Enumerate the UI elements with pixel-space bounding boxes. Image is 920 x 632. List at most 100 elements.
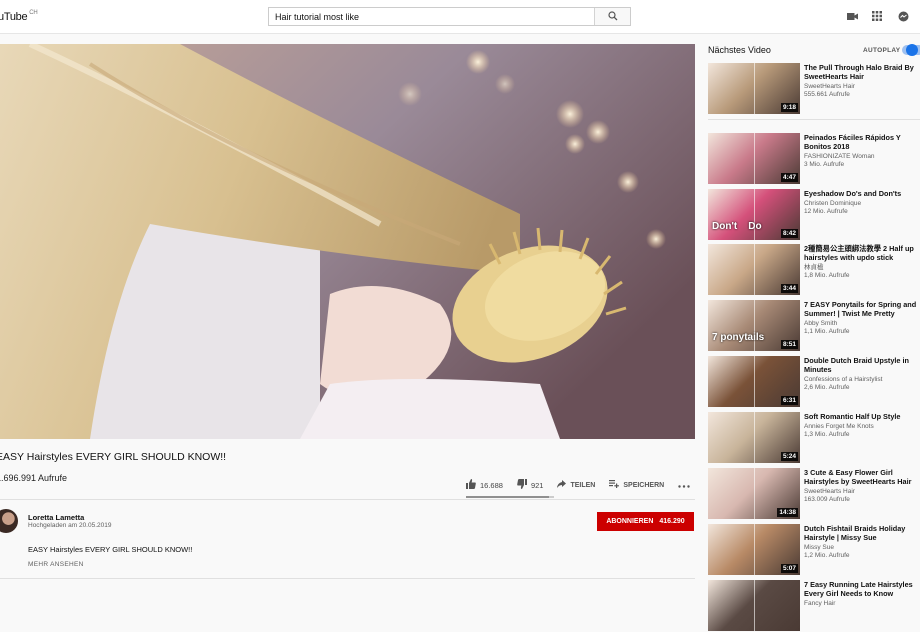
duration-badge: 5:07 [780, 564, 798, 573]
recommended-channel-name[interactable]: 林貞楹 [804, 264, 920, 272]
share-button[interactable]: TEILEN [557, 480, 595, 490]
video-meta: Double Dutch Braid Upstyle in Minutes Con… [804, 356, 920, 392]
apps-grid-icon[interactable] [871, 10, 883, 22]
recommended-channel-name[interactable]: Abby Smith [804, 320, 920, 328]
upload-date: Hochgeladen am 20.05.2019 [28, 522, 112, 529]
duration-badge: 5:24 [780, 452, 798, 461]
recommended-video-item[interactable]: 5:07 Dutch Fishtail Braids Holiday Hairst… [708, 524, 920, 576]
dislike-button[interactable]: 921 [517, 479, 544, 491]
recommended-channel-name[interactable]: SweetHearts Hair [804, 488, 920, 496]
duration-badge: 14:38 [777, 508, 798, 517]
thumbnail-split [754, 524, 755, 575]
recommended-view-count: 555.661 Aufrufe [804, 91, 850, 98]
thumbs-up-icon [466, 479, 476, 491]
share-label: TEILEN [570, 481, 596, 489]
youtube-logo[interactable]: uTube CH [0, 10, 38, 23]
video-actions: 16.688 921 TEILEN SPEICHERN [466, 479, 704, 491]
duration-badge: 9:18 [780, 103, 798, 112]
video-thumbnail[interactable]: 7 ponytails 8:51 [708, 300, 800, 351]
search-button[interactable] [594, 8, 630, 25]
autoplay-toggle[interactable] [902, 44, 920, 56]
recommended-video-title[interactable]: Dutch Fishtail Braids Holiday Hairstyle … [804, 524, 920, 542]
recommended-channel-name[interactable]: FASHIONIZATE Woman [804, 153, 920, 161]
recommended-video-title[interactable]: 7 Easy Running Late Hairstyles Every Gir… [804, 580, 920, 598]
recommended-video-title[interactable]: The Pull Through Halo Braid By SweetHear… [804, 63, 920, 81]
thumbnail-split [754, 133, 755, 184]
recommended-channel-name[interactable]: Annies Forget Me Knots [804, 423, 920, 431]
search-box [268, 7, 631, 26]
up-next-heading: Nächstes Video [708, 45, 771, 55]
recommended-video-item[interactable]: 4:47 Peinados Fáciles Rápidos Y Bonitos 2… [708, 133, 920, 185]
recommended-channel-name[interactable]: SweetHearts Hair [804, 83, 920, 91]
video-thumbnail[interactable]: 3:44 [708, 244, 800, 295]
recommended-view-count: 3 Mio. Aufrufe [804, 161, 845, 168]
messages-icon[interactable] [897, 10, 909, 22]
video-thumbnail[interactable]: 9:18 [708, 63, 800, 114]
video-thumbnail[interactable] [708, 580, 800, 631]
video-meta: 7 EASY Ponytails for Spring and Summer! … [804, 300, 920, 336]
video-thumbnail[interactable]: 6:31 [708, 356, 800, 407]
like-button[interactable]: 16.688 [466, 479, 503, 491]
recommended-view-count: 1,8 Mio. Aufrufe [804, 272, 850, 279]
recommended-video-title[interactable]: 3 Cute & Easy Flower Girl Hairstyles by … [804, 468, 920, 486]
thumbnail-split [754, 63, 755, 114]
like-count: 16.688 [480, 480, 503, 490]
recommended-video-title[interactable]: Peinados Fáciles Rápidos Y Bonitos 2018 [804, 133, 920, 151]
save-button[interactable]: SPEICHERN [609, 480, 664, 490]
video-title: EASY Hairstyles EVERY GIRL SHOULD KNOW!! [0, 451, 227, 463]
recommended-channel-name[interactable]: Christen Dominique [804, 200, 920, 208]
show-more-link[interactable]: MEHR ANSEHEN [28, 561, 84, 568]
recommended-video-title[interactable]: 2種簡易公主頭綁法教學 2 Half up hairstyles with up… [804, 244, 920, 262]
recommended-video-title[interactable]: Soft Romantic Half Up Style [804, 412, 920, 421]
search-input[interactable] [269, 8, 595, 25]
recommended-view-count: 2,6 Mio. Aufrufe [804, 384, 850, 391]
thumbnail-caption: Don't Do [712, 221, 762, 232]
duration-badge: 4:47 [780, 173, 798, 182]
thumbnail-split [754, 244, 755, 295]
video-thumbnail[interactable]: 5:07 [708, 524, 800, 575]
recommended-video-title[interactable]: Eyeshadow Do's and Don'ts [804, 189, 920, 198]
recommended-video-item[interactable]: 5:24 Soft Romantic Half Up Style Annies Fo… [708, 412, 920, 464]
video-meta: 7 Easy Running Late Hairstyles Every Gir… [804, 580, 920, 608]
subscribe-button[interactable]: ABONNIEREN 416.290 [597, 512, 694, 531]
divider [0, 578, 695, 579]
video-thumbnail[interactable]: Don't Do 8:42 [708, 189, 800, 240]
recommended-video-item[interactable]: Don't Do 8:42 Eyeshadow Do's and Don'ts Chr… [708, 189, 920, 241]
recommended-video-item[interactable]: 14:38 3 Cute & Easy Flower Girl Hairstyle… [708, 468, 920, 520]
view-count: 1.696.991 Aufrufe [0, 473, 68, 483]
recommended-video-item[interactable]: 6:31 Double Dutch Braid Upstyle in Minute… [708, 356, 920, 408]
thumbnail-caption: 7 ponytails [712, 332, 765, 343]
thumbnail-split [754, 580, 755, 631]
recommended-channel-name[interactable]: Confessions of a Hairstylist [804, 376, 920, 384]
thumbnail-split [754, 189, 755, 240]
dislike-count: 921 [530, 480, 544, 490]
recommended-channel-name[interactable]: Fancy Hair [804, 600, 920, 608]
recommended-video-item[interactable]: 7 Easy Running Late Hairstyles Every Gir… [708, 580, 920, 632]
more-actions-button[interactable] [678, 481, 690, 490]
duration-badge: 3:44 [780, 284, 798, 293]
autoplay-label: AUTOPLAY [863, 47, 901, 54]
search-icon [607, 8, 618, 26]
recommended-video-item[interactable]: 3:44 2種簡易公主頭綁法教學 2 Half up hairstyles wit… [708, 244, 920, 296]
channel-avatar[interactable] [0, 509, 18, 533]
video-meta: Eyeshadow Do's and Don'ts Christen Domini… [804, 189, 920, 216]
recommended-view-count: 1,2 Mio. Aufrufe [804, 552, 850, 559]
thumbnail-split [754, 412, 755, 463]
video-thumbnail[interactable]: 4:47 [708, 133, 800, 184]
recommended-video-title[interactable]: 7 EASY Ponytails for Spring and Summer! … [804, 300, 920, 318]
recommended-video-title[interactable]: Double Dutch Braid Upstyle in Minutes [804, 356, 920, 374]
recommended-view-count: 1,1 Mio. Aufrufe [804, 328, 850, 335]
video-thumbnail[interactable]: 5:24 [708, 412, 800, 463]
duration-badge: 8:42 [780, 229, 798, 238]
video-thumbnail[interactable]: 14:38 [708, 468, 800, 519]
video-description: EASY Hairstyles EVERY GIRL SHOULD KNOW!! [28, 545, 193, 554]
video-player[interactable] [0, 44, 695, 439]
create-video-icon[interactable] [846, 10, 858, 22]
duration-badge: 8:51 [780, 340, 798, 349]
channel-name[interactable]: Loretta Lametta [28, 513, 84, 522]
recommended-video-item[interactable]: 9:18 The Pull Through Halo Braid By Sweet… [708, 63, 920, 115]
recommended-channel-name[interactable]: Missy Sue [804, 544, 920, 552]
recommended-video-item[interactable]: 7 ponytails 8:51 7 EASY Ponytails for Spri… [708, 300, 920, 352]
like-ratio-fill [466, 496, 550, 498]
toggle-knob [906, 44, 918, 56]
